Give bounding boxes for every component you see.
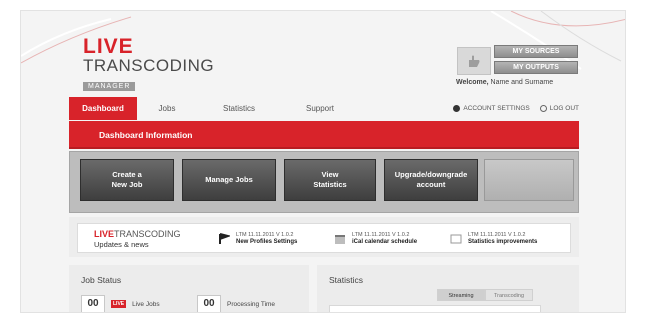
news-item-meta: LTM 11.11.2011 V 1.0.2: [352, 232, 410, 238]
news-item-title: New Profiles Settings: [236, 239, 298, 245]
live-jobs-counter[interactable]: 00 LIVE Live Jobs: [81, 295, 160, 312]
create-new-job-button[interactable]: Create a New Job: [80, 159, 174, 201]
flag-icon: [219, 233, 230, 244]
upload-button[interactable]: [457, 47, 491, 75]
my-sources-button[interactable]: MY SOURCES: [494, 45, 578, 58]
manage-jobs-button[interactable]: Manage Jobs: [182, 159, 276, 201]
chart-icon: [450, 234, 462, 244]
action-button-row: Create a New Job Manage Jobs View Statis…: [69, 151, 579, 213]
view-statistics-label-line2: Statistics: [313, 180, 347, 189]
tab-streaming[interactable]: Streaming: [437, 289, 485, 301]
account-links: ACCOUNT SETTINGS LOG OUT: [453, 97, 579, 120]
news-logo: LIVETRANSCODING: [94, 229, 181, 239]
dashboard-info-bar: Dashboard Information: [69, 121, 579, 149]
log-out-link[interactable]: LOG OUT: [539, 105, 579, 112]
news-strip: LIVETRANSCODING Updates & news LTM 11.11…: [69, 217, 579, 257]
upgrade-label-line2: account: [416, 180, 446, 189]
news-subtitle: Updates & news: [94, 240, 149, 249]
create-job-label-line2: New Job: [111, 180, 143, 189]
create-job-label-line1: Create a: [112, 170, 142, 179]
graph-line: [330, 307, 540, 313]
hand-icon: [469, 55, 480, 67]
app-frame: LIVE TRANSCODING MANAGER MY SOURCES MY O…: [20, 10, 626, 313]
processing-time-label: Processing Time: [227, 300, 276, 308]
gear-icon: [453, 105, 461, 112]
news-logo-transcoding: TRANSCODING: [114, 229, 181, 239]
tab-statistics[interactable]: Statistics: [197, 97, 281, 120]
account-settings-label: ACCOUNT SETTINGS: [463, 105, 530, 112]
news-item-title: iCal calendar schedule: [352, 239, 418, 245]
tab-jobs[interactable]: Jobs: [137, 97, 197, 120]
statistics-graph-area: [329, 305, 541, 313]
statistics-tabs: Streaming Transcoding: [437, 289, 533, 301]
account-settings-link[interactable]: ACCOUNT SETTINGS: [453, 105, 530, 112]
news-logo-live: LIVE: [94, 229, 115, 239]
job-status-panel: Job Status 00 LIVE Live Jobs 00 Processi…: [69, 265, 309, 312]
news-item-meta: LTM 11.11.2011 V 1.0.2: [236, 232, 294, 238]
live-badge: LIVE: [111, 300, 127, 308]
welcome-message: Welcome, Name and Surname: [456, 79, 553, 86]
upgrade-label-line1: Upgrade/downgrade: [394, 170, 468, 179]
calendar-icon: [335, 235, 345, 244]
statistics-title: Statistics: [329, 275, 364, 285]
power-icon: [539, 105, 547, 112]
tab-dashboard[interactable]: Dashboard: [69, 97, 137, 120]
view-statistics-label-line1: View: [321, 170, 339, 179]
news-item-meta: LTM 11.11.2011 V 1.0.2: [468, 232, 526, 238]
main-nav: Dashboard Jobs Statistics Support ACCOUN…: [69, 97, 579, 120]
logo-manager-badge: MANAGER: [83, 82, 136, 91]
upgrade-account-button[interactable]: Upgrade/downgrade account: [384, 159, 478, 201]
app-logo[interactable]: LIVE TRANSCODING MANAGER: [83, 35, 215, 93]
tab-support[interactable]: Support: [281, 97, 359, 120]
view-statistics-button[interactable]: View Statistics: [284, 159, 376, 201]
empty-action-slot: [484, 159, 574, 201]
news-item[interactable]: LTM 11.11.2011 V 1.0.2 Statistics improv…: [450, 229, 537, 249]
log-out-label: LOG OUT: [549, 105, 579, 112]
dashboard-info-title: Dashboard Information: [99, 130, 193, 140]
news-item[interactable]: LTM 11.11.2011 V 1.0.2 iCal calendar sch…: [334, 229, 417, 249]
welcome-user-name: Name and Surname: [490, 79, 554, 86]
logo-transcoding-text: TRANSCODING: [83, 56, 215, 75]
processing-time-counter[interactable]: 00 Processing Time: [197, 295, 276, 312]
my-outputs-button[interactable]: MY OUTPUTS: [494, 61, 578, 74]
news-item[interactable]: LTM 11.11.2011 V 1.0.2 New Profiles Sett…: [218, 229, 297, 249]
live-jobs-count: 00: [81, 295, 105, 312]
news-panel: LIVETRANSCODING Updates & news LTM 11.11…: [77, 223, 571, 253]
live-jobs-label: Live Jobs: [132, 300, 160, 308]
tab-transcoding[interactable]: Transcoding: [485, 289, 533, 301]
processing-count: 00: [197, 295, 221, 312]
job-status-title: Job Status: [81, 275, 122, 285]
statistics-panel: Statistics Streaming Transcoding: [317, 265, 579, 313]
news-item-title: Statistics improvements: [468, 239, 538, 245]
welcome-prefix: Welcome,: [456, 79, 489, 86]
manage-jobs-label: Manage Jobs: [205, 175, 253, 184]
logo-live-text: LIVE: [83, 35, 134, 58]
